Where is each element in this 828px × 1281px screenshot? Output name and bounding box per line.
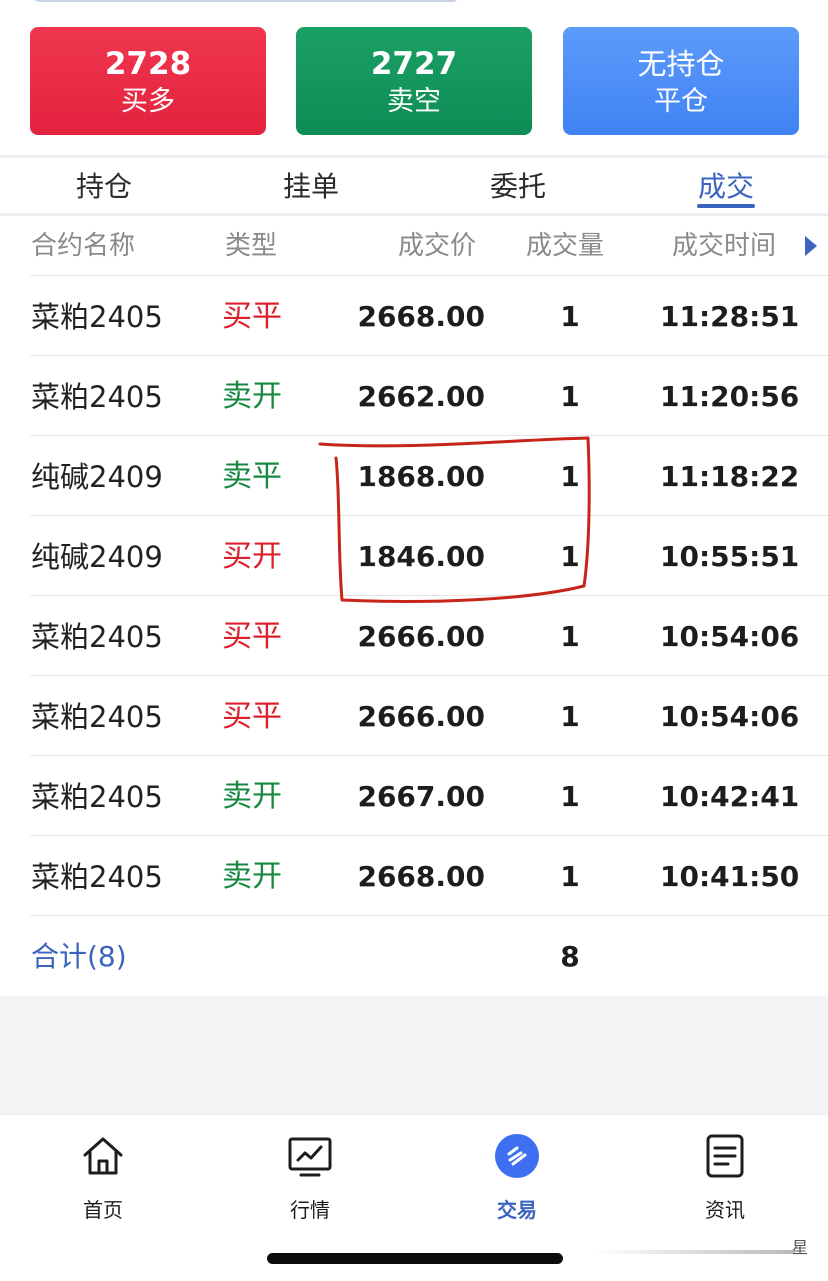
trade-type: 卖开 bbox=[222, 779, 282, 814]
table-header: 合约名称 类型 成交价 成交量 成交时间 bbox=[0, 217, 828, 275]
close-position-button[interactable]: 无持仓 平仓 bbox=[563, 27, 799, 135]
nav-trade[interactable]: 交易 bbox=[457, 1129, 577, 1229]
trade-price: 1868.00 bbox=[357, 460, 485, 493]
table-row[interactable]: 菜粕2405 卖开 2668.00 1 10:41:50 bbox=[0, 836, 828, 916]
trade-price: 2668.00 bbox=[357, 860, 485, 893]
tab-positions[interactable]: 持仓 bbox=[44, 168, 164, 206]
trade-quantity: 1 bbox=[560, 460, 580, 493]
tab-trades[interactable]: 成交 bbox=[666, 168, 786, 206]
close-status: 无持仓 bbox=[637, 47, 725, 81]
divider bbox=[0, 155, 828, 158]
nav-home[interactable]: 首页 bbox=[43, 1129, 163, 1229]
sell-short-button[interactable]: 2727 卖空 bbox=[296, 27, 532, 135]
trade-price: 2667.00 bbox=[357, 780, 485, 813]
total-label: 合计(8) bbox=[31, 940, 127, 973]
chart-icon bbox=[288, 1137, 332, 1177]
nav-label: 首页 bbox=[83, 1198, 123, 1222]
table-row[interactable]: 菜粕2405 买平 2666.00 1 10:54:06 bbox=[0, 596, 828, 676]
trade-time: 11:28:51 bbox=[660, 300, 800, 333]
trade-price: 2666.00 bbox=[357, 700, 485, 733]
header-price: 成交价 bbox=[398, 231, 477, 261]
header-quantity: 成交量 bbox=[526, 231, 605, 261]
trade-type: 买平 bbox=[222, 619, 282, 654]
trade-quantity: 1 bbox=[560, 380, 580, 413]
tab-orders[interactable]: 委托 bbox=[458, 168, 578, 206]
trade-quantity: 1 bbox=[560, 860, 580, 893]
news-icon bbox=[706, 1134, 744, 1178]
buy-price: 2728 bbox=[104, 46, 192, 82]
nav-market[interactable]: 行情 bbox=[250, 1129, 370, 1229]
trade-price: 1846.00 bbox=[357, 540, 485, 573]
table-row[interactable]: 纯碱2409 卖平 1868.00 1 11:18:22 bbox=[0, 436, 828, 516]
sell-price: 2727 bbox=[370, 46, 458, 82]
contract-name: 菜粕2405 bbox=[31, 380, 163, 414]
header-time: 成交时间 bbox=[672, 231, 777, 261]
table-row[interactable]: 菜粕2405 买平 2666.00 1 10:54:06 bbox=[0, 676, 828, 756]
trade-time: 11:20:56 bbox=[660, 380, 800, 413]
contract-name: 菜粕2405 bbox=[31, 860, 163, 894]
trade-time: 10:41:50 bbox=[660, 860, 800, 893]
trade-type: 卖开 bbox=[222, 379, 282, 414]
trade-type: 买开 bbox=[222, 539, 282, 574]
trade-price: 2662.00 bbox=[357, 380, 485, 413]
table-row[interactable]: 菜粕2405 买平 2668.00 1 11:28:51 bbox=[0, 276, 828, 356]
header-contract-name: 合约名称 bbox=[31, 231, 136, 261]
contract-name: 菜粕2405 bbox=[31, 300, 163, 334]
sell-label: 卖空 bbox=[387, 86, 441, 117]
watermark-stroke bbox=[595, 1250, 795, 1254]
order-action-bar: 2728 买多 2727 卖空 无持仓 平仓 bbox=[0, 27, 828, 137]
table-row[interactable]: 纯碱2409 买开 1846.00 1 10:55:51 bbox=[0, 516, 828, 596]
buy-label: 买多 bbox=[121, 86, 175, 117]
trade-price: 2666.00 bbox=[357, 620, 485, 653]
contract-name: 菜粕2405 bbox=[31, 620, 163, 654]
trade-time: 10:54:06 bbox=[660, 700, 800, 733]
trade-type: 卖开 bbox=[222, 859, 282, 894]
empty-area bbox=[0, 996, 828, 1114]
buy-long-button[interactable]: 2728 买多 bbox=[30, 27, 266, 135]
nav-label: 资讯 bbox=[705, 1198, 745, 1222]
nav-news[interactable]: 资讯 bbox=[665, 1129, 785, 1229]
divider bbox=[0, 213, 828, 216]
active-tab-indicator bbox=[697, 204, 755, 208]
top-segmented-control[interactable] bbox=[32, 0, 460, 2]
header-type: 类型 bbox=[225, 231, 278, 261]
home-icon bbox=[83, 1137, 123, 1175]
trade-time: 10:54:06 bbox=[660, 620, 800, 653]
trade-type: 卖平 bbox=[222, 459, 282, 494]
trade-quantity: 1 bbox=[560, 540, 580, 573]
contract-name: 纯碱2409 bbox=[31, 460, 163, 494]
trade-time: 10:42:41 bbox=[660, 780, 800, 813]
trade-time: 11:18:22 bbox=[660, 460, 800, 493]
contract-name: 菜粕2405 bbox=[31, 780, 163, 814]
scroll-right-arrow-icon[interactable] bbox=[805, 236, 817, 256]
trade-quantity: 1 bbox=[560, 300, 580, 333]
trade-quantity: 1 bbox=[560, 780, 580, 813]
tab-pending-orders[interactable]: 挂单 bbox=[251, 168, 371, 206]
trade-type: 买平 bbox=[222, 699, 282, 734]
table-row[interactable]: 菜粕2405 卖开 2662.00 1 11:20:56 bbox=[0, 356, 828, 436]
table-row[interactable]: 菜粕2405 卖开 2667.00 1 10:42:41 bbox=[0, 756, 828, 836]
total-quantity: 8 bbox=[560, 940, 580, 973]
trade-time: 10:55:51 bbox=[660, 540, 800, 573]
watermark: 星 bbox=[792, 1238, 809, 1257]
trade-quantity: 1 bbox=[560, 700, 580, 733]
contract-name: 纯碱2409 bbox=[31, 540, 163, 574]
trade-icon bbox=[495, 1134, 539, 1178]
home-indicator[interactable] bbox=[267, 1253, 563, 1264]
nav-label: 交易 bbox=[497, 1198, 537, 1222]
trade-price: 2668.00 bbox=[357, 300, 485, 333]
trade-quantity: 1 bbox=[560, 620, 580, 653]
contract-name: 菜粕2405 bbox=[31, 700, 163, 734]
close-label: 平仓 bbox=[654, 86, 708, 117]
total-row: 合计(8) 8 bbox=[0, 918, 828, 994]
row-divider bbox=[30, 915, 828, 916]
nav-label: 行情 bbox=[290, 1198, 330, 1222]
trade-type: 买平 bbox=[222, 299, 282, 334]
